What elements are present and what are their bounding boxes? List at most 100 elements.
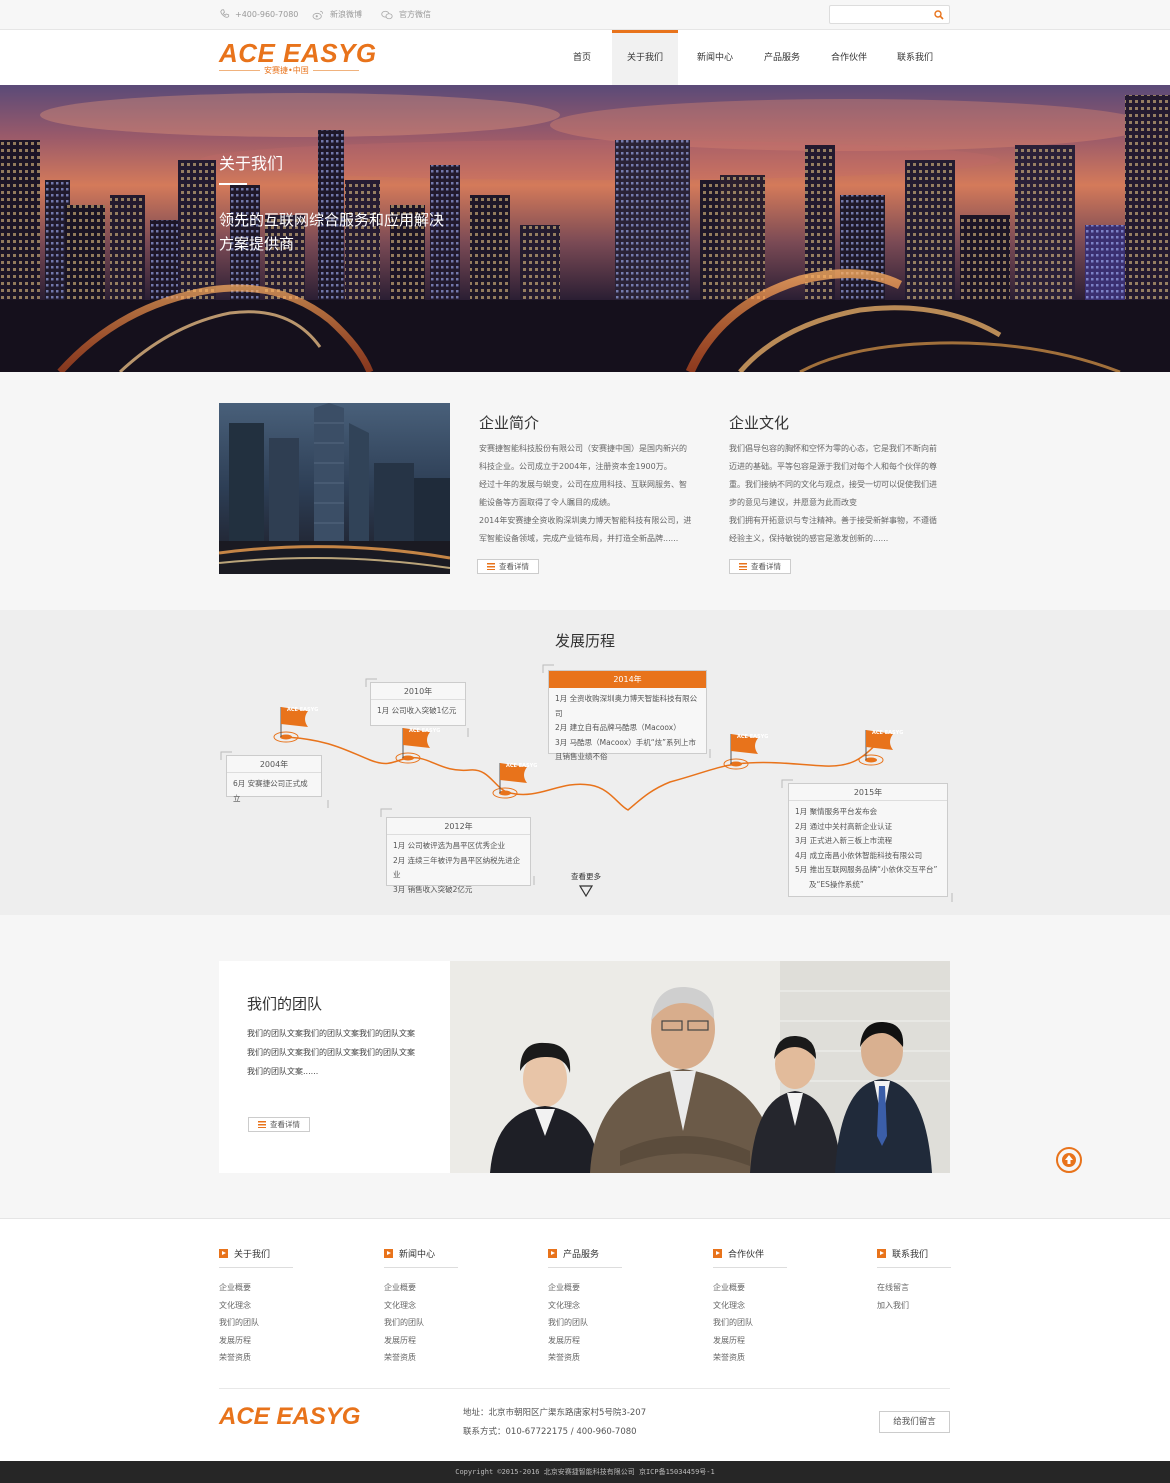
wechat-link[interactable]: 官方微信 <box>380 9 431 20</box>
weibo-link[interactable]: 新浪微博 <box>311 9 362 20</box>
timeline-item: 1月 全资收购深圳奥力博天智能科技有限公司 <box>555 694 698 718</box>
culture-line: 我们倡导包容的胸怀和空怀为零的心态，它是我们不断向前 <box>729 444 937 453</box>
hero-description: 领先的互联网综合服务和应用解决 方案提供商 <box>219 208 449 256</box>
footer-link[interactable]: 文化理念 <box>384 1297 458 1315</box>
timeline-card-2015: 2015年 1月 聚情服务平台发布会 2月 通过中关村高新企业认证 3月 正式进… <box>788 783 948 897</box>
footer-link[interactable]: 发展历程 <box>384 1332 458 1350</box>
arrow-right-icon <box>548 1249 557 1258</box>
team-line: 我们的团队文案我们的团队文案我们的团队文案 <box>247 1029 415 1038</box>
team-people-image <box>450 961 950 1173</box>
footer-contact: 联系方式：010-67722175 / 400-960-7080 <box>463 1427 637 1437</box>
flag-label: ACE EASYG <box>506 763 538 769</box>
footer-column-rule <box>877 1267 951 1268</box>
timeline-card-2014: 2014年 1月 全资收购深圳奥力博天智能科技有限公司 2月 建立自有品牌马酷思… <box>548 670 707 761</box>
footer-link[interactable]: 荣誉资质 <box>384 1349 458 1367</box>
nav-products[interactable]: 产品服务 <box>749 30 815 85</box>
team-line: 我们的团队文案我们的团队文案我们的团队文案 <box>247 1048 415 1057</box>
arrow-right-icon <box>219 1249 228 1258</box>
timeline-items: 1月 公司收入突破1亿元 <box>371 700 465 723</box>
leave-message-button[interactable]: 给我们留言 <box>879 1411 950 1433</box>
footer-title-label: 产品服务 <box>563 1250 600 1260</box>
timeline-year: 2015年 <box>789 784 947 801</box>
team-more-button[interactable]: 查看详情 <box>248 1117 310 1132</box>
footer-link[interactable]: 我们的团队 <box>384 1314 458 1332</box>
footer-link[interactable]: 我们的团队 <box>548 1314 622 1332</box>
footer-column-rule <box>713 1267 787 1268</box>
team-more-label: 查看详情 <box>270 1120 300 1129</box>
building-photo <box>219 403 450 574</box>
footer-link[interactable]: 发展历程 <box>713 1332 787 1350</box>
footer-column-partners: 合作伙伴 企业概要 文化理念 我们的团队 发展历程 荣誉资质 <box>713 1247 787 1367</box>
footer-column-news: 新闻中心 企业概要 文化理念 我们的团队 发展历程 荣誉资质 <box>384 1247 458 1367</box>
footer-link[interactable]: 在线留言 <box>877 1279 951 1297</box>
footer-column-title: 联系我们 <box>877 1247 951 1260</box>
arrow-right-icon <box>384 1249 393 1258</box>
footer-column-title: 新闻中心 <box>384 1247 458 1260</box>
nav-partners[interactable]: 合作伙伴 <box>816 30 882 85</box>
footer-link[interactable]: 企业概要 <box>713 1279 787 1297</box>
timeline-item: 且销售业绩不俗 <box>555 752 608 761</box>
footer-logo[interactable]: ACE EASYG <box>219 1403 360 1431</box>
footer-link[interactable]: 文化理念 <box>713 1297 787 1315</box>
footer-link[interactable]: 文化理念 <box>548 1297 622 1315</box>
company-building-image <box>219 403 450 574</box>
culture-more-button[interactable]: 查看详情 <box>729 559 791 574</box>
culture-line: 迈进的基础。平等包容是源于我们对每个人和每个伙伴的尊 <box>729 462 937 471</box>
nav-about[interactable]: 关于我们 <box>612 30 678 85</box>
search-input[interactable] <box>834 8 930 21</box>
arrow-right-icon <box>877 1249 886 1258</box>
footer-column-rule <box>384 1267 458 1268</box>
team-photo <box>450 961 950 1173</box>
footer-link[interactable]: 荣誉资质 <box>219 1349 293 1367</box>
timeline-item: 1月 公司收入突破1亿元 <box>377 706 457 715</box>
footer-link[interactable]: 发展历程 <box>548 1332 622 1350</box>
about-line: 能设备等方面取得了令人瞩目的成绩。 <box>479 498 615 507</box>
footer-link[interactable]: 发展历程 <box>219 1332 293 1350</box>
flag-label: ACE EASYG <box>737 734 769 740</box>
view-more-link[interactable]: 查看更多 <box>556 871 616 899</box>
footer-link[interactable]: 荣誉资质 <box>713 1349 787 1367</box>
nav-home[interactable]: 首页 <box>549 30 615 85</box>
hero-desc-line1: 领先的互联网综合服务和应用解决 <box>219 211 445 229</box>
culture-line: 我们拥有开拓意识与专注精神。善于接受新鲜事物，不遵循 <box>729 516 937 525</box>
culture-line: 重。我们接纳不同的文化与观点，接受一切可以促使我们进 <box>729 480 937 489</box>
nav-contact[interactable]: 联系我们 <box>882 30 948 85</box>
timeline-items: 6月 安赛捷公司正式成立 <box>227 773 321 810</box>
timeline-item: 4月 成立南昌小依休智能科技有限公司 <box>795 850 923 860</box>
footer-link[interactable]: 文化理念 <box>219 1297 293 1315</box>
culture-text: 我们倡导包容的胸怀和空怀为零的心态，它是我们不断向前 迈进的基础。平等包容是源于… <box>729 440 964 548</box>
arrow-up-icon <box>1062 1153 1076 1167</box>
hero-desc-line2: 方案提供商 <box>219 235 295 253</box>
footer-link[interactable]: 荣誉资质 <box>548 1349 622 1367</box>
timeline-item: 1月 公司被评选为昌平区优秀企业 <box>393 841 506 850</box>
list-icon <box>487 563 495 570</box>
about-more-button[interactable]: 查看详情 <box>477 559 539 574</box>
arrow-right-icon <box>713 1249 722 1258</box>
footer-link[interactable]: 我们的团队 <box>219 1314 293 1332</box>
footer-title-label: 新闻中心 <box>399 1250 436 1260</box>
timeline-items: 1月 聚情服务平台发布会 2月 通过中关村高新企业认证 3月 正式进入新三板上市… <box>789 801 947 896</box>
footer-link[interactable]: 企业概要 <box>548 1279 622 1297</box>
culture-line: 步的意见与建议，并愿意为此而改变 <box>729 498 857 507</box>
team-line: 我们的团队文案...... <box>247 1067 319 1076</box>
copyright-bar: Copyright ©2015-2016 北京安赛捷智能科技有限公司 京ICP备… <box>0 1461 1170 1483</box>
top-bar <box>0 0 1170 30</box>
phone-icon <box>220 9 230 18</box>
footer-link[interactable]: 企业概要 <box>219 1279 293 1297</box>
timeline-item: 3月 销售收入突破2亿元 <box>393 884 473 894</box>
footer-column-title: 关于我们 <box>219 1247 293 1260</box>
back-to-top-button[interactable] <box>1056 1147 1082 1173</box>
footer-link[interactable]: 企业概要 <box>384 1279 458 1297</box>
timeline-card-2012: 2012年 1月 公司被评选为昌平区优秀企业 2月 连续三年被评为昌平区纳税先进… <box>386 817 531 894</box>
timeline-item: 3月 正式进入新三板上市流程 <box>795 836 893 845</box>
flag-label: ACE EASYG <box>287 707 319 713</box>
hero-title: 关于我们 <box>219 154 284 173</box>
footer-column-title: 合作伙伴 <box>713 1247 787 1260</box>
nav-news[interactable]: 新闻中心 <box>682 30 748 85</box>
footer-link[interactable]: 加入我们 <box>877 1297 951 1315</box>
footer-link[interactable]: 我们的团队 <box>713 1314 787 1332</box>
search-icon[interactable] <box>934 10 944 20</box>
footer-title-label: 关于我们 <box>234 1250 271 1260</box>
wechat-label: 官方微信 <box>399 10 431 19</box>
hero-banner <box>0 85 1170 372</box>
